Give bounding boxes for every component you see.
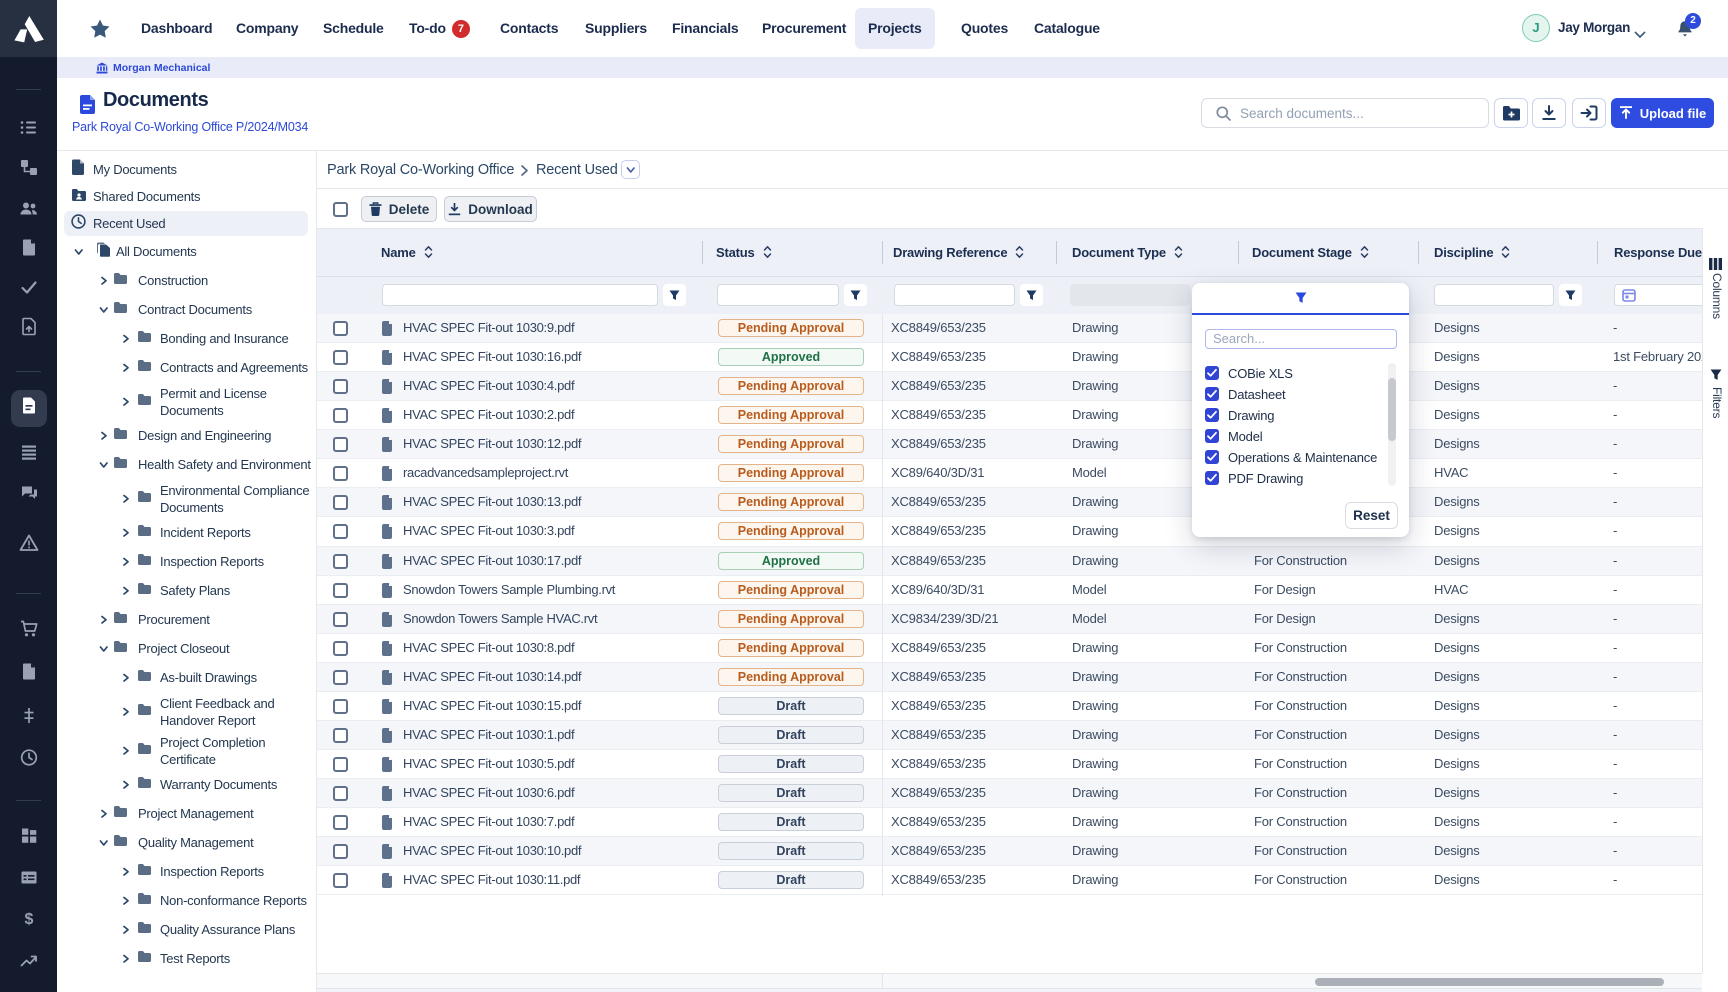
svg-text:$: $ bbox=[24, 911, 33, 928]
